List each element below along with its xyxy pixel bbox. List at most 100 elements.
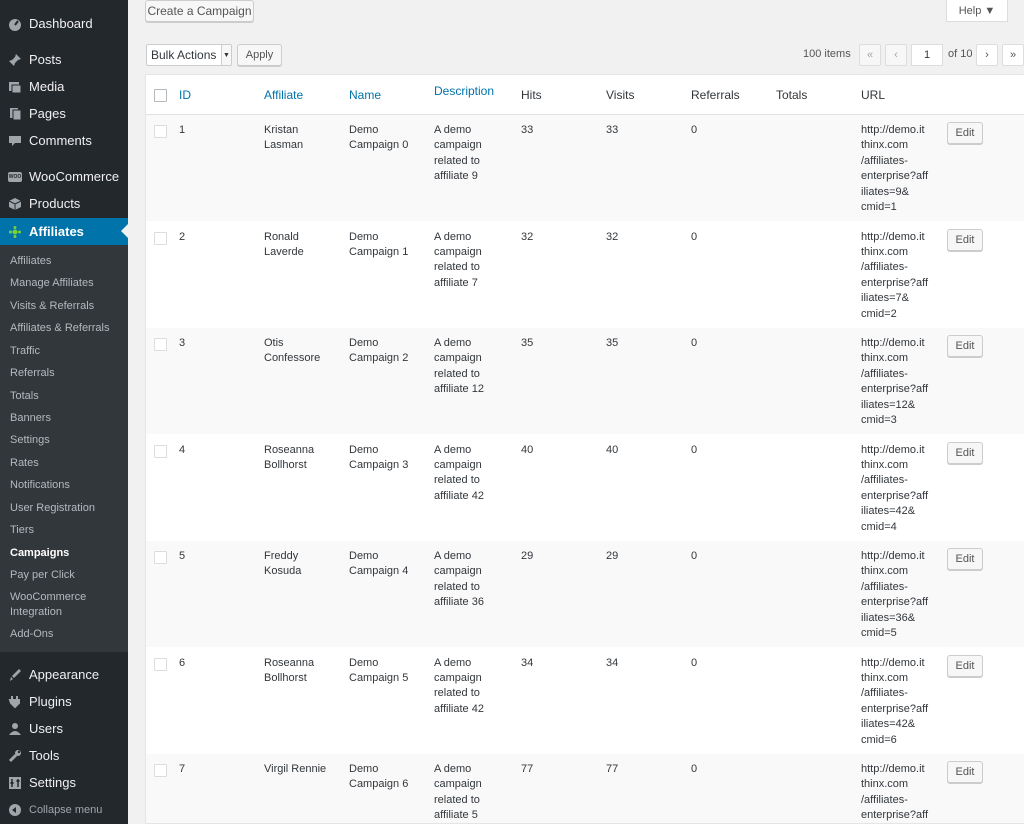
cell-affiliate: Otis Confessore (264, 337, 321, 365)
submenu-woocommerce-integration[interactable]: WooCommerce Integration (10, 590, 102, 620)
edit-button[interactable]: Edit (947, 761, 983, 783)
cell-id: 3 (179, 337, 186, 349)
menu-users[interactable]: Users (0, 715, 128, 742)
submenu-totals[interactable]: Totals (10, 389, 126, 404)
pages-icon (8, 107, 22, 121)
cell-affiliate: Roseanna Bollhorst (264, 443, 315, 471)
cell-name: Demo Campaign 4 (349, 550, 409, 578)
settings-icon (8, 776, 22, 790)
column-header-description[interactable]: Description (434, 84, 494, 98)
menu-products[interactable]: Products (0, 190, 128, 217)
help-tab[interactable]: Help ▼ (946, 0, 1008, 22)
column-header-totals: Totals (776, 88, 808, 102)
current-page-input[interactable]: 1 (911, 44, 943, 66)
menu-posts[interactable]: Posts (0, 46, 128, 73)
submenu-tiers[interactable]: Tiers (10, 523, 126, 538)
menu-dashboard[interactable]: Dashboard (0, 10, 128, 37)
menu-media[interactable]: Media (0, 73, 128, 100)
cell-affiliate: Roseanna Bollhorst (264, 656, 315, 684)
column-header-affiliate[interactable]: Affiliate (264, 88, 303, 102)
prev-page-button[interactable]: ‹ (885, 44, 907, 66)
menu-label: Dashboard (29, 16, 93, 31)
menu-label: Plugins (29, 694, 72, 709)
cell-url: http://demo.it thinx.com /affiliates- en… (861, 337, 929, 427)
menu-label: Products (29, 196, 81, 211)
comments-icon (8, 134, 22, 148)
edit-button[interactable]: Edit (947, 441, 983, 464)
submenu-notifications[interactable]: Notifications (10, 478, 126, 493)
collapse-menu-button[interactable]: Collapse menu (0, 800, 128, 820)
menu-tools[interactable]: Tools (0, 742, 128, 769)
row-checkbox[interactable] (154, 231, 167, 245)
cell-url: http://demo.it thinx.com /affiliates- en… (861, 124, 929, 214)
cell-id: 5 (179, 550, 186, 562)
menu-affiliates[interactable]: Affiliates (0, 218, 128, 245)
cell-id: 7 (179, 763, 186, 775)
cell-hits: 33 (521, 124, 534, 136)
dashboard-icon (8, 17, 22, 31)
row-checkbox[interactable] (154, 551, 167, 564)
cell-hits: 77 (521, 763, 534, 775)
cell-hits: 34 (521, 656, 534, 669)
edit-button[interactable]: Edit (947, 335, 983, 357)
menu-label: Settings (29, 775, 76, 790)
menu-label: Tools (29, 748, 60, 763)
table-row: 5 Freddy Kosuda Demo Campaign 4 A demo camp… (146, 541, 1024, 647)
submenu-referrals[interactable]: Referrals (10, 366, 126, 381)
submenu-manage-affiliates[interactable]: Manage Affiliates (10, 276, 126, 291)
cell-referrals: 0 (691, 550, 698, 562)
cell-name: Demo Campaign 5 (349, 656, 409, 684)
column-header-id[interactable]: ID (179, 88, 191, 102)
menu-comments[interactable]: Comments (0, 127, 128, 154)
row-checkbox[interactable] (154, 444, 167, 458)
submenu-pay-per-click[interactable]: Pay per Click (10, 568, 126, 583)
active-indicator (121, 224, 128, 238)
cell-hits: 29 (521, 550, 534, 562)
edit-button[interactable]: Edit (947, 654, 983, 677)
submenu-affiliates[interactable]: Affiliates (10, 254, 126, 269)
cell-referrals: 0 (691, 443, 698, 456)
menu-label: Appearance (29, 667, 100, 682)
cell-name: Demo Campaign 2 (349, 337, 409, 365)
cell-description: A demo campaign related to affiliate 9 (434, 124, 482, 183)
cell-description: A demo campaign related to affiliate 5 (434, 763, 482, 822)
row-checkbox[interactable] (154, 125, 167, 138)
bulk-actions-select[interactable]: Bulk Actions ▼ (146, 44, 232, 66)
menu-appearance[interactable]: Appearance (0, 661, 128, 688)
last-page-button[interactable]: » (1002, 44, 1024, 66)
apply-button[interactable]: Apply (237, 44, 282, 66)
submenu-visits-referrals[interactable]: Visits & Referrals (10, 299, 126, 314)
submenu-settings[interactable]: Settings (10, 433, 126, 448)
submenu-add-ons[interactable]: Add-Ons (10, 627, 126, 642)
first-page-button[interactable]: « (859, 44, 881, 66)
cell-description: A demo campaign related to affiliate 7 (434, 230, 482, 289)
menu-settings[interactable]: Settings (0, 769, 128, 796)
edit-button[interactable]: Edit (947, 548, 983, 570)
submenu-banners[interactable]: Banners (10, 411, 126, 426)
menu-label: Media (29, 79, 65, 94)
row-checkbox[interactable] (154, 657, 167, 671)
cell-name: Demo Campaign 3 (349, 443, 409, 471)
select-all-checkbox[interactable] (154, 89, 167, 102)
column-header-name[interactable]: Name (349, 88, 381, 102)
row-checkbox[interactable] (154, 338, 167, 351)
cell-name: Demo Campaign 1 (349, 230, 409, 258)
menu-plugins[interactable]: Plugins (0, 688, 128, 715)
menu-label: Comments (29, 133, 92, 148)
menu-label: Users (29, 721, 63, 736)
cell-visits: 77 (606, 763, 619, 775)
submenu-user-registration[interactable]: User Registration (10, 501, 126, 516)
bulk-actions-value: Bulk Actions (151, 48, 217, 62)
next-page-button[interactable]: › (976, 44, 998, 66)
submenu-rates[interactable]: Rates (10, 456, 126, 471)
submenu-traffic[interactable]: Traffic (10, 344, 126, 359)
submenu-campaigns[interactable]: Campaigns (10, 546, 126, 561)
create-campaign-button[interactable]: Create a Campaign (145, 0, 254, 22)
menu-pages[interactable]: Pages (0, 100, 128, 127)
menu-woocommerce[interactable]: WOO WooCommerce (0, 163, 128, 190)
edit-button[interactable]: Edit (947, 122, 983, 144)
submenu-affiliates-referrals[interactable]: Affiliates & Referrals (10, 321, 126, 336)
edit-button[interactable]: Edit (947, 228, 983, 251)
cell-referrals: 0 (691, 230, 698, 243)
row-checkbox[interactable] (154, 764, 167, 777)
